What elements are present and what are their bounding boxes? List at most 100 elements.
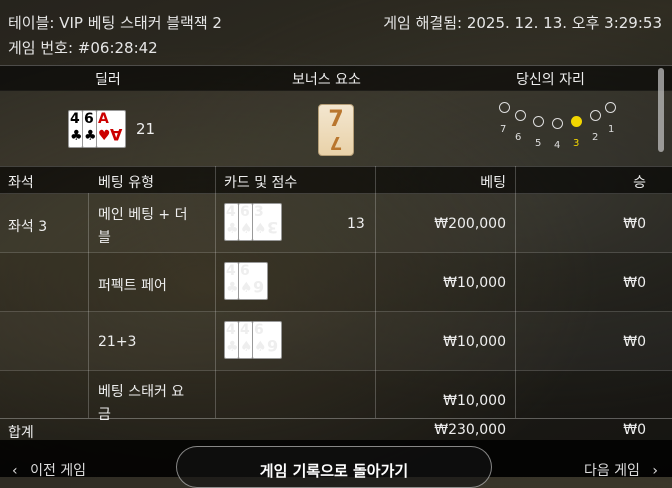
dealer-score: 21 (136, 120, 156, 138)
seat-number: 5 (535, 138, 542, 149)
card-suit: ♠ (254, 339, 267, 355)
row-score: 13 (347, 216, 365, 232)
seat-number: 4 (554, 140, 561, 151)
col-seat: 좌석 (8, 175, 34, 191)
card-rank: 6 (84, 111, 94, 127)
row-card: 4 ♣ (224, 203, 239, 241)
dealer-card: A ♥ A (96, 110, 126, 148)
card-suit: ♣ (226, 339, 239, 355)
row-bet: ₩10,000 (443, 334, 506, 350)
row-bet: ₩10,000 (443, 275, 506, 291)
header: 테이블: VIP 베팅 스태커 블랙잭 2 게임 해결됨: 2025. 12. … (0, 0, 672, 64)
seat-dot (590, 110, 601, 121)
row-bet: ₩10,000 (443, 393, 506, 409)
row-bet-type: 21+3 (98, 334, 137, 350)
card-rank: 4 (70, 111, 80, 127)
seat-dot (515, 110, 526, 121)
total-win: ₩0 (623, 422, 646, 438)
card-rank: 6 (240, 263, 250, 279)
total-label: 합계 (8, 425, 34, 441)
col-bet: 베팅 (480, 175, 506, 191)
seat-map: 76 5 4 3 21 (490, 96, 630, 156)
card-suit: ♣ (226, 280, 239, 296)
resolved-time: 게임 해결됨: 2025. 12. 13. 오후 3:29:53 (383, 14, 662, 32)
game-number: 게임 번호: #06:28:42 (8, 39, 158, 57)
table-row: 21+3 4 ♣ 4 ♠ 6 ♠ 6 ₩10,000 ₩0 (0, 311, 672, 371)
seat-dot (552, 118, 563, 129)
back-to-history-button[interactable]: 게임 기록으로 돌아가기 (176, 446, 492, 488)
dealer-card: 6 ♣ (82, 110, 97, 148)
bonus-value: 7 (328, 107, 344, 132)
row-win: ₩0 (623, 216, 646, 232)
next-game-link[interactable]: 다음 게임 › (584, 460, 658, 480)
card-suit: ♥ (98, 128, 111, 144)
row-card: 4 ♣ (224, 321, 239, 359)
table-title: 테이블: VIP 베팅 스태커 블랙잭 2 (8, 14, 222, 32)
seat-dot (499, 102, 510, 113)
total-bet: ₩230,000 (434, 422, 506, 438)
seat-number: 6 (515, 132, 522, 143)
back-to-history-label: 게임 기록으로 돌아가기 (259, 462, 409, 480)
seat-number: 3 (573, 138, 580, 149)
row-card: 4 ♣ (224, 262, 239, 300)
col-cards-score: 카드 및 점수 (224, 175, 298, 191)
seat-dot (533, 116, 544, 127)
scrollbar[interactable] (658, 68, 664, 152)
seat-number: 2 (592, 132, 599, 143)
seat-dot (571, 116, 582, 127)
card-suit: ♠ (240, 221, 253, 237)
row-card: 6 ♠ 6 (238, 262, 268, 300)
table-header: 좌석 베팅 유형 카드 및 점수 베팅 승 (0, 166, 672, 194)
row-bet: ₩200,000 (434, 216, 506, 232)
card-rank-inverted: A (109, 125, 122, 144)
card-rank: 4 (226, 263, 236, 279)
row-win: ₩0 (623, 334, 646, 350)
bonus-card: 7 7 (318, 104, 354, 156)
card-rank: 3 (254, 204, 264, 220)
prev-game-link[interactable]: ‹ 이전 게임 (12, 460, 86, 480)
table-row: 베팅 스태커 요 금 ₩10,000 (0, 370, 672, 423)
column-divider (88, 193, 89, 418)
row-seat: 좌석 3 (8, 219, 48, 235)
table-row: 좌석 3 메인 베팅 + 더 블 4 ♣ 6 ♠ 3 ♠ 3 13 ₩200,000 ₩0 (0, 193, 672, 253)
your-seat-label: 당신의 자리 (516, 72, 585, 88)
col-bet-type: 베팅 유형 (98, 175, 154, 191)
card-rank: 4 (240, 322, 250, 338)
row-card: 6 ♠ 6 (252, 321, 282, 359)
col-win: 승 (633, 175, 646, 191)
card-suit: ♣ (70, 128, 83, 144)
table-row: 퍼펙트 페어 4 ♣ 6 ♠ 6 ₩10,000 ₩0 (0, 252, 672, 312)
card-rank-inverted: 6 (252, 277, 264, 296)
row-win: ₩0 (623, 275, 646, 291)
row-bet-type-cont: 블 (98, 230, 111, 246)
column-divider (215, 166, 216, 418)
row-bet-type: 메인 베팅 + 더 (98, 207, 188, 223)
dealer-card: 4 ♣ (68, 110, 83, 148)
card-rank-inverted: 3 (266, 218, 278, 237)
row-bet-type: 베팅 스태커 요 (98, 384, 185, 400)
card-suit: ♠ (240, 280, 253, 296)
total-row: 합계 ₩230,000 ₩0 (0, 418, 672, 441)
card-rank: 6 (240, 204, 250, 220)
card-rank: A (98, 111, 109, 127)
card-suit: ♣ (84, 128, 97, 144)
column-divider (515, 166, 516, 418)
card-suit: ♠ (254, 221, 267, 237)
card-rank: 4 (226, 204, 236, 220)
summary-header: 딜러 보너스 요소 당신의 자리 (0, 65, 672, 91)
card-rank: 4 (226, 322, 236, 338)
row-card: 3 ♠ 3 (252, 203, 282, 241)
card-rank: 6 (254, 322, 264, 338)
row-card: 6 ♠ (238, 203, 253, 241)
card-rank-inverted: 6 (266, 336, 278, 355)
row-bet-type: 퍼펙트 페어 (98, 278, 167, 294)
column-divider (375, 166, 376, 418)
seat-dot (605, 102, 616, 113)
row-card: 4 ♠ (238, 321, 253, 359)
dealer-label: 딜러 (95, 72, 121, 88)
bonus-value-inverted: 7 (329, 132, 343, 153)
seat-number: 1 (608, 124, 615, 135)
card-suit: ♣ (226, 221, 239, 237)
seat-number: 7 (500, 124, 507, 135)
bonus-label: 보너스 요소 (292, 72, 361, 88)
